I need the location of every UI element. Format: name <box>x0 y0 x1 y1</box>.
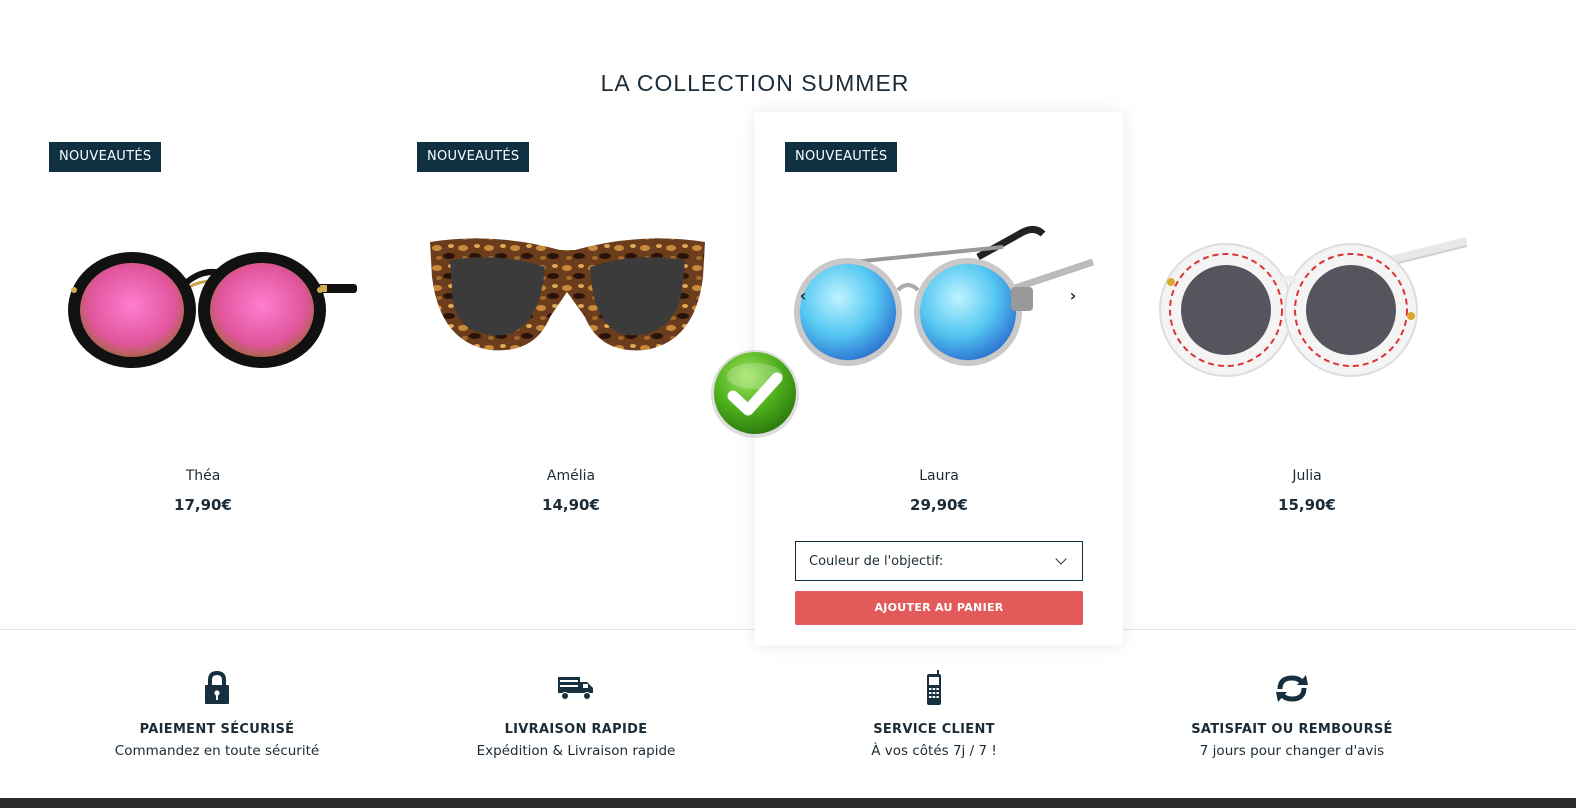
product-card-julia[interactable]: Julia 15,90€ <box>1123 112 1491 645</box>
select-label: Couleur de l'objectif: <box>809 553 944 569</box>
product-card-amelia[interactable]: NOUVEAUTÉS Amélia 14,90€ <box>387 112 755 645</box>
refresh-icon <box>1127 670 1457 706</box>
feature-title: SATISFAIT OU REMBOURSÉ <box>1191 722 1393 737</box>
lock-icon <box>52 670 382 706</box>
feature-subtitle: Expédition & Livraison rapide <box>476 743 676 759</box>
truck-icon <box>411 670 741 706</box>
feature-secure-payment: PAIEMENT SÉCURISÉ Commandez en toute séc… <box>52 670 382 759</box>
feature-fast-delivery: LIVRAISON RAPIDE Expédition & Livraison … <box>411 670 741 759</box>
product-price: 14,90€ <box>542 496 600 514</box>
product-price: 15,90€ <box>1278 496 1336 514</box>
product-image-thea[interactable] <box>37 222 363 382</box>
product-card-laura[interactable]: NOUVEAUTÉS ‹ › Laura 29,90€ Couleur de l… <box>755 112 1123 645</box>
new-badge: NOUVEAUTÉS <box>785 142 898 172</box>
new-badge: NOUVEAUTÉS <box>417 142 530 172</box>
lens-color-select[interactable]: Couleur de l'objectif: <box>795 541 1083 581</box>
chevron-down-icon <box>1055 552 1067 565</box>
feature-customer-service: SERVICE CLIENT À vos côtés 7j / 7 ! <box>769 670 1099 759</box>
footer-bar <box>0 798 1576 808</box>
prev-image-button[interactable]: ‹ <box>795 288 811 304</box>
add-to-cart-button[interactable]: AJOUTER AU PANIER <box>795 591 1083 625</box>
product-name[interactable]: Amélia <box>387 468 755 484</box>
product-name[interactable]: Laura <box>755 468 1123 484</box>
feature-subtitle: 7 jours pour changer d'avis <box>1199 743 1385 759</box>
feature-subtitle: Commandez en toute sécurité <box>114 743 320 759</box>
feature-subtitle: À vos côtés 7j / 7 ! <box>871 743 997 759</box>
new-badge: NOUVEAUTÉS <box>49 142 162 172</box>
product-price: 29,90€ <box>910 496 968 514</box>
product-price: 17,90€ <box>174 496 232 514</box>
feature-title: SERVICE CLIENT <box>873 722 995 737</box>
product-image-julia[interactable] <box>1141 222 1467 382</box>
feature-title: LIVRAISON RAPIDE <box>504 722 648 737</box>
feature-money-back: SATISFAIT OU REMBOURSÉ 7 jours pour chan… <box>1127 670 1457 759</box>
checkmark-icon <box>709 348 801 440</box>
mobile-phone-icon <box>769 670 1099 706</box>
product-card-thea[interactable]: NOUVEAUTÉS Théa 17,90€ <box>19 112 387 645</box>
section-title: LA COLLECTION SUMMER <box>600 70 910 96</box>
product-name[interactable]: Julia <box>1123 468 1491 484</box>
product-image-amelia[interactable] <box>405 222 731 382</box>
product-name[interactable]: Théa <box>19 468 387 484</box>
product-image-laura[interactable] <box>773 222 1099 382</box>
next-image-button[interactable]: › <box>1065 288 1081 304</box>
feature-title: PAIEMENT SÉCURISÉ <box>139 722 295 737</box>
